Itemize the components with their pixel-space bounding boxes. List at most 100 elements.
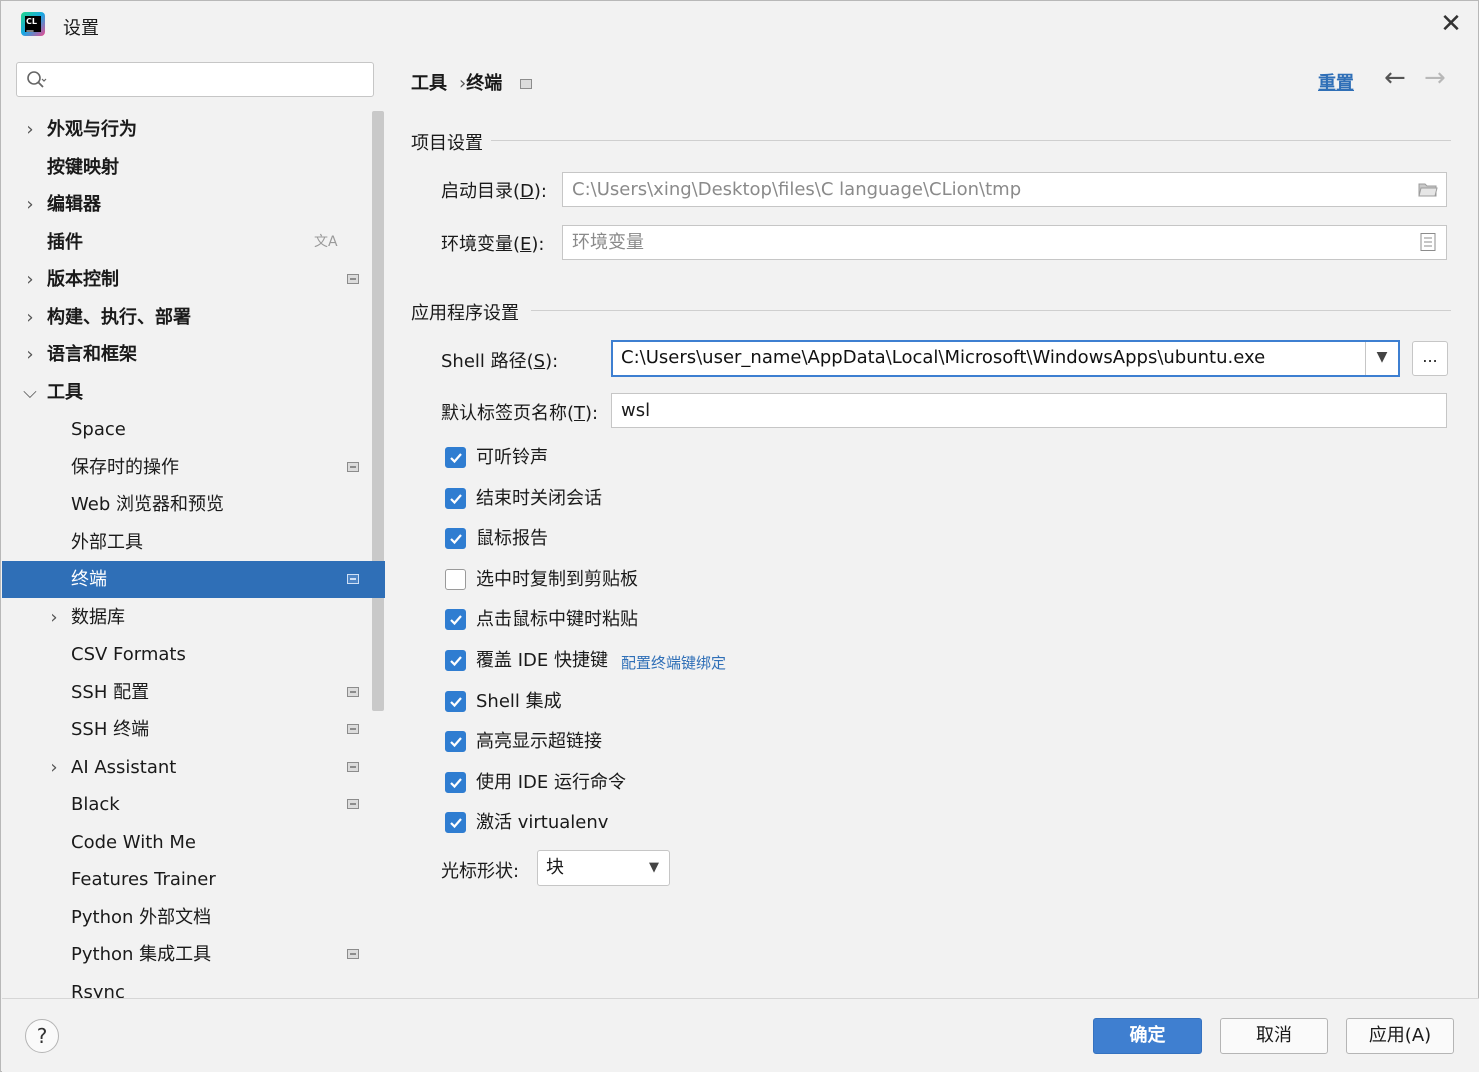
cancel-button[interactable]: 取消	[1220, 1018, 1328, 1054]
shell-label-end: ):	[545, 351, 559, 372]
checkbox-checked[interactable]	[445, 488, 466, 509]
sidebar-item[interactable]: 外部工具	[2, 524, 385, 561]
sidebar-item-label: 外部工具	[71, 532, 143, 553]
sidebar-item-label: 版本控制	[47, 269, 119, 290]
sidebar-item-label: 构建、执行、部署	[47, 307, 191, 328]
sidebar-item[interactable]: 插件 文A	[2, 224, 385, 261]
checkbox-row[interactable]: 高亮显示超链接	[445, 730, 1045, 756]
chevron-right-icon[interactable]: ›	[22, 299, 38, 336]
search-icon	[27, 71, 47, 88]
clion-logo-icon: CL —	[21, 12, 45, 36]
sidebar-item[interactable]: CSV Formats	[2, 636, 385, 673]
sidebar-item[interactable]: Web 浏览器和预览	[2, 486, 385, 523]
sidebar-item[interactable]: Python 外部文档	[2, 899, 385, 936]
env-label-end: ):	[531, 234, 545, 255]
env-vars-field[interactable]: 环境变量	[562, 225, 1447, 260]
help-button[interactable]: ?	[25, 1019, 59, 1053]
checkbox-label: Shell 集成	[476, 691, 562, 712]
sidebar-item[interactable]: › 构建、执行、部署	[2, 299, 385, 336]
reset-link[interactable]: 重置	[1318, 69, 1354, 95]
checkbox-checked[interactable]	[445, 528, 466, 549]
chevron-right-icon[interactable]: ›	[22, 186, 38, 223]
sidebar-item[interactable]: › 语言和框架	[2, 336, 385, 373]
checkbox-unchecked[interactable]	[445, 569, 466, 590]
chevron-right-icon[interactable]: ›	[22, 261, 38, 298]
sidebar-item[interactable]: 按键映射	[2, 149, 385, 186]
start-dir-label-end: ):	[533, 181, 547, 202]
folder-icon[interactable]	[1418, 180, 1438, 198]
chevron-right-icon[interactable]: ›	[22, 336, 38, 373]
sidebar-item[interactable]: ⌵ 工具	[2, 374, 385, 411]
sidebar-item[interactable]: Space	[2, 411, 385, 448]
sidebar-item[interactable]: › AI Assistant	[2, 749, 385, 786]
checkbox-checked[interactable]	[445, 650, 466, 671]
shell-path-value: C:\Users\user_name\AppData\Local\Microso…	[621, 347, 1266, 368]
ok-button[interactable]: 确定	[1093, 1018, 1202, 1054]
sidebar-item-label: 工具	[47, 382, 83, 403]
back-arrow-icon[interactable]: ←	[1384, 63, 1406, 93]
cursor-shape-select[interactable]: 块 ▼	[537, 850, 670, 886]
checkbox-row[interactable]: 选中时复制到剪贴板	[445, 568, 1045, 594]
start-dir-field[interactable]: C:\Users\xing\Desktop\files\C language\C…	[562, 172, 1447, 207]
chevron-down-icon[interactable]: ▼	[1365, 342, 1398, 375]
tab-name-label-text: 默认标签页名称(	[441, 403, 575, 424]
chevron-right-icon[interactable]: ›	[46, 749, 62, 786]
env-label: 环境变量(E):	[441, 230, 545, 256]
sidebar-item[interactable]: Black	[2, 786, 385, 823]
tab-name-field[interactable]: wsl	[611, 393, 1447, 428]
checkbox-row[interactable]: Shell 集成	[445, 690, 1045, 716]
checkbox-row[interactable]: 覆盖 IDE 快捷键 配置终端键绑定	[445, 649, 1045, 675]
checkbox-row[interactable]: 可听铃声	[445, 446, 1045, 472]
forward-arrow-icon[interactable]: →	[1424, 63, 1446, 93]
checkmark-icon	[450, 656, 462, 667]
search-input[interactable]	[16, 62, 374, 97]
sidebar-item-label: Web 浏览器和预览	[71, 494, 224, 515]
env-vars-placeholder: 环境变量	[572, 232, 644, 253]
apply-button[interactable]: 应用(A)	[1346, 1018, 1454, 1054]
checkbox-checked[interactable]	[445, 731, 466, 752]
browse-shell-button[interactable]: ...	[1412, 341, 1448, 376]
tab-name-mnemonic: T	[574, 403, 586, 424]
checkbox-row[interactable]: 鼠标报告	[445, 527, 1045, 553]
checkbox-row[interactable]: 结束时关闭会话	[445, 487, 1045, 513]
sidebar-item[interactable]: SSH 终端	[2, 711, 385, 748]
sidebar-item[interactable]: › 编辑器	[2, 186, 385, 223]
checkbox-checked[interactable]	[445, 447, 466, 468]
sidebar-item-label: Python 外部文档	[71, 907, 212, 928]
project-scope-icon	[347, 724, 359, 734]
chevron-down-icon[interactable]: ⌵	[22, 374, 38, 411]
sidebar-item-label: Code With Me	[71, 832, 196, 853]
sidebar-item[interactable]: SSH 配置	[2, 674, 385, 711]
checkbox-row[interactable]: 点击鼠标中键时粘贴	[445, 608, 1045, 634]
sidebar-item-label: Python 集成工具	[71, 944, 212, 965]
sidebar-item[interactable]: Python 集成工具	[2, 936, 385, 973]
checkbox-checked[interactable]	[445, 609, 466, 630]
title-bar: CL — 设置 ✕	[1, 1, 1478, 47]
sidebar-item[interactable]: Rsync	[2, 974, 385, 998]
checkbox-row[interactable]: 激活 virtualenv	[445, 811, 1045, 837]
sidebar-item[interactable]: › 外观与行为	[2, 111, 385, 148]
checkbox-row[interactable]: 使用 IDE 运行命令	[445, 771, 1045, 797]
sidebar-item[interactable]: Code With Me	[2, 824, 385, 861]
project-scope-icon	[347, 574, 359, 584]
configure-keybindings-link[interactable]: 配置终端键绑定	[621, 652, 726, 673]
sidebar-item[interactable]: › 数据库	[2, 599, 385, 636]
sidebar-item[interactable]: › 版本控制	[2, 261, 385, 298]
breadcrumb-tools: 工具	[411, 73, 447, 94]
tab-name-label-end: ):	[585, 403, 599, 424]
checkbox-checked[interactable]	[445, 772, 466, 793]
checkbox-label: 点击鼠标中键时粘贴	[476, 609, 638, 630]
sidebar-item[interactable]: 保存时的操作	[2, 449, 385, 486]
project-settings-title: 项目设置	[411, 133, 483, 154]
sidebar-item[interactable]: 终端	[2, 561, 385, 598]
checkbox-checked[interactable]	[445, 691, 466, 712]
app-settings-title: 应用程序设置	[411, 303, 519, 324]
sidebar-item-label: 终端	[71, 569, 107, 590]
close-icon[interactable]: ✕	[1437, 10, 1465, 38]
checkbox-checked[interactable]	[445, 812, 466, 833]
chevron-right-icon[interactable]: ›	[46, 599, 62, 636]
sidebar-item[interactable]: Features Trainer	[2, 861, 385, 898]
chevron-right-icon[interactable]: ›	[22, 111, 38, 148]
shell-path-combobox[interactable]: C:\Users\user_name\AppData\Local\Microso…	[611, 340, 1400, 377]
document-icon[interactable]	[1418, 233, 1438, 251]
